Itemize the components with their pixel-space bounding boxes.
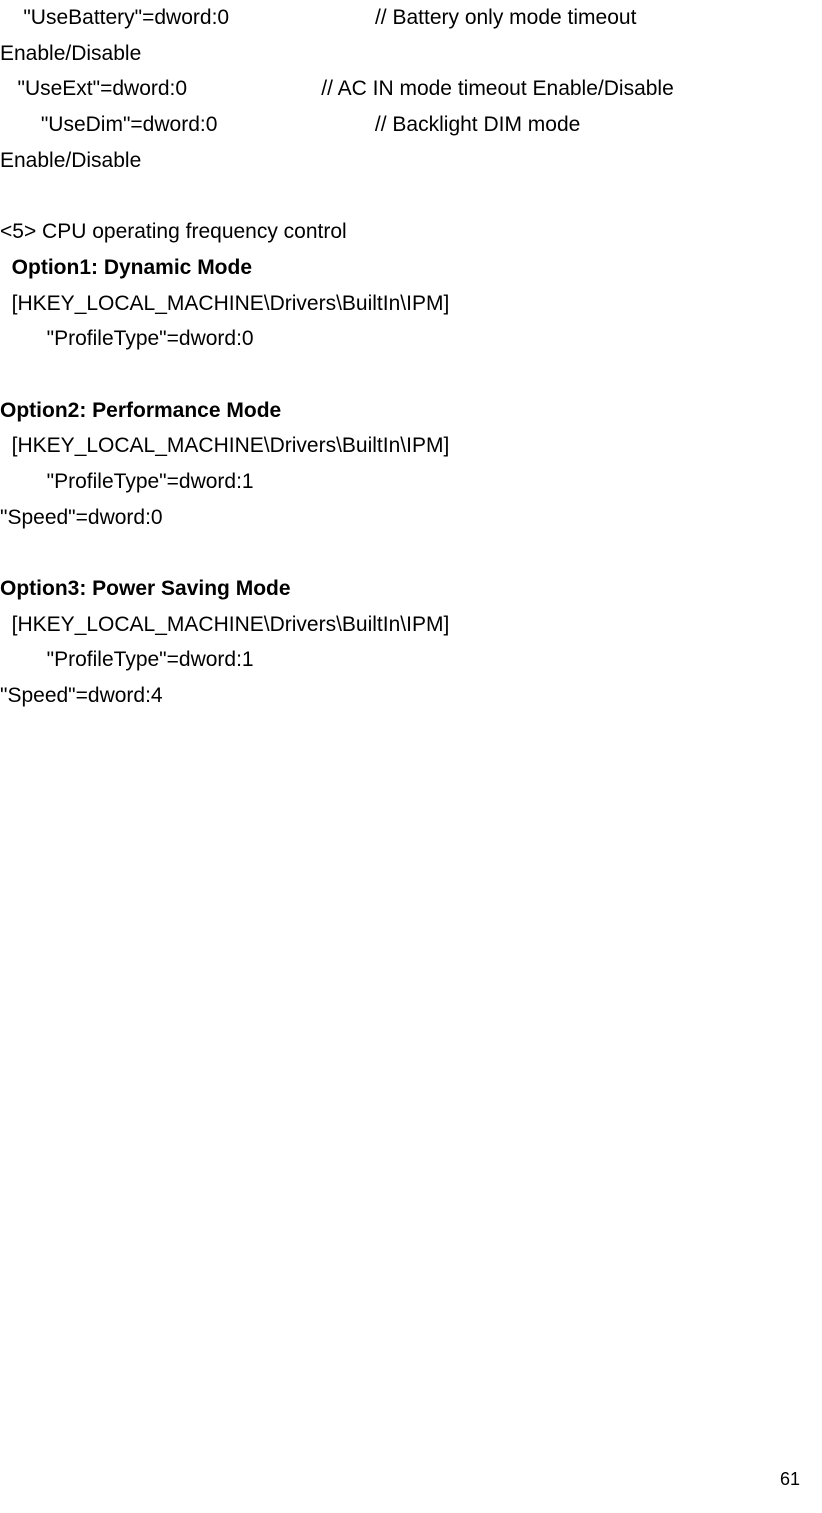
text-line: "UseDim"=dword:0 // Backlight DIM mode	[0, 107, 822, 143]
text-line: [HKEY_LOCAL_MACHINE\Drivers\BuiltIn\IPM]	[0, 286, 822, 322]
text-line: Enable/Disable	[0, 36, 822, 72]
document-content: "UseBattery"=dword:0 // Battery only mod…	[0, 0, 822, 714]
text-line: "UseBattery"=dword:0 // Battery only mod…	[0, 0, 822, 36]
text-line: "Speed"=dword:4	[0, 678, 822, 714]
text-line: [HKEY_LOCAL_MACHINE\Drivers\BuiltIn\IPM]	[0, 428, 822, 464]
blank-line	[0, 357, 822, 393]
text-line: "UseExt"=dword:0 // AC IN mode timeout E…	[0, 71, 822, 107]
section-number: 5	[12, 220, 24, 243]
text-line: [HKEY_LOCAL_MACHINE\Drivers\BuiltIn\IPM]	[0, 607, 822, 643]
section-heading-text: > CPU operating frequency control	[24, 220, 347, 243]
angle-bracket-open: <	[0, 220, 12, 243]
option2-heading: Option2: Performance Mode	[0, 393, 822, 429]
section-heading-5: <5> CPU operating frequency control	[0, 214, 822, 250]
text-line: "ProfileType"=dword:1	[0, 642, 822, 678]
blank-line	[0, 178, 822, 214]
option3-heading: Option3: Power Saving Mode	[0, 571, 822, 607]
blank-line	[0, 535, 822, 571]
page-number: 61	[780, 1464, 800, 1495]
text-line: "ProfileType"=dword:0	[0, 321, 822, 357]
text-line: Enable/Disable	[0, 143, 822, 179]
text-line: "Speed"=dword:0	[0, 500, 822, 536]
option1-heading: Option1: Dynamic Mode	[0, 250, 822, 286]
text-line: "ProfileType"=dword:1	[0, 464, 822, 500]
document-page: "UseBattery"=dword:0 // Battery only mod…	[0, 0, 822, 1513]
